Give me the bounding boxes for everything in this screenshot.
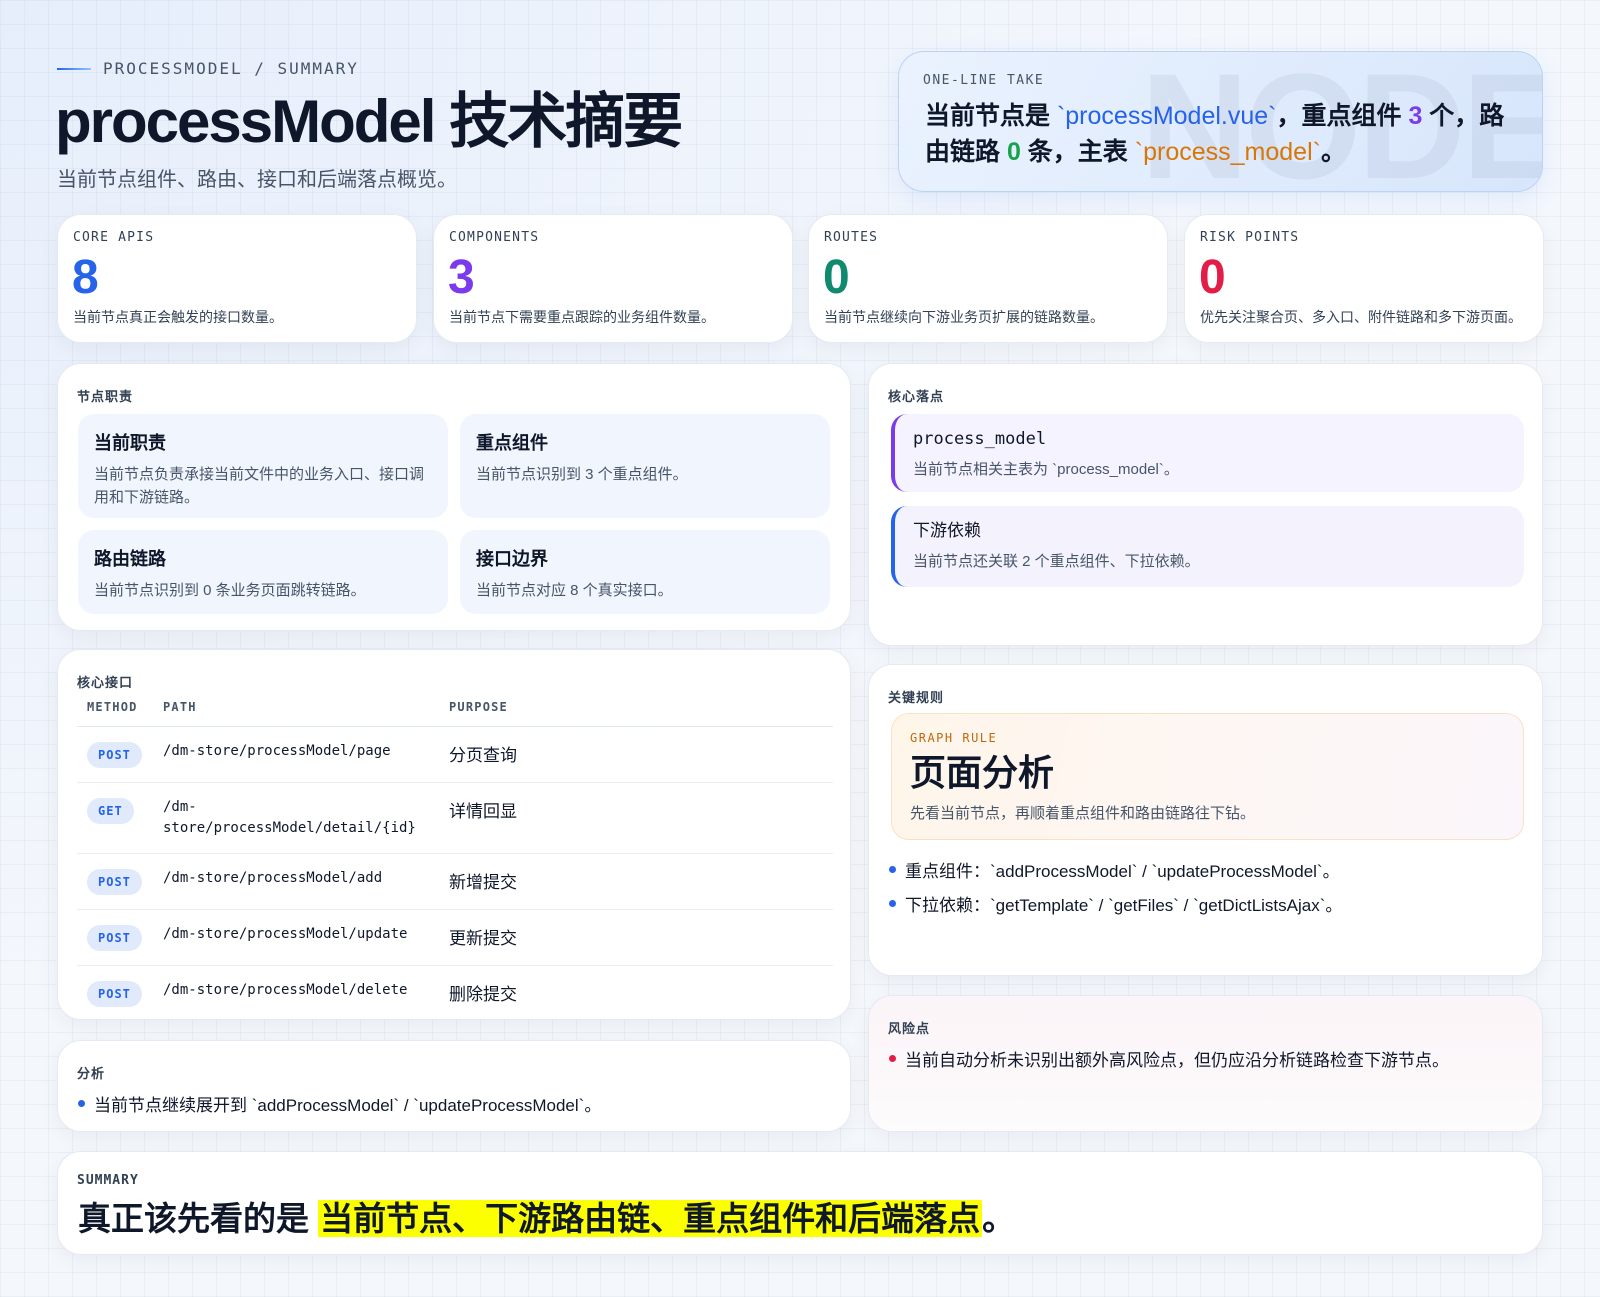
take-components: 3: [1408, 102, 1423, 130]
duty-desc: 当前节点负责承接当前文件中的业务入口、接口调用和下游链路。: [94, 466, 425, 506]
take-text: 当前节点是 `processModel.vue`，重点组件 3 个，路由链路 0…: [925, 102, 1505, 166]
core-apis-card: 核心接口 METHOD PATH PURPOSE POST /dm-store/…: [57, 649, 851, 1020]
api-purpose: 详情回显: [449, 802, 517, 821]
stat-desc: 优先关注聚合页、多入口、附件链路和多下游页面。: [1200, 309, 1522, 325]
stat-value: 0: [1199, 251, 1226, 304]
column-header: METHOD: [77, 692, 153, 727]
duty-title: 当前职责: [94, 433, 166, 453]
landing-title: process_model: [913, 429, 1047, 449]
eyebrow-line: [57, 67, 91, 70]
stat-value: 0: [823, 251, 850, 304]
column-header: PURPOSE: [439, 692, 833, 727]
method-badge: POST: [87, 925, 142, 951]
section-label: SUMMARY: [77, 1173, 139, 1188]
api-path: /dm-store/processModel/delete: [163, 982, 408, 998]
section-label: 风险点: [888, 1021, 931, 1036]
landing-desc: 当前节点还关联 2 个重点组件、下拉依赖。: [913, 553, 1200, 570]
column-header: PATH: [153, 692, 439, 727]
summary-card: SUMMARY 真正该先看的是 当前节点、下游路由链、重点组件和后端落点。: [57, 1151, 1543, 1255]
rule-label: GRAPH RULE: [910, 731, 998, 745]
stat-card-risk-points: RISK POINTS 0 优先关注聚合页、多入口、附件链路和多下游页面。: [1184, 214, 1544, 343]
list-item: 下拉依赖：`getTemplate` / `getFiles` / `getDi…: [889, 891, 1342, 916]
node-duties-card: 节点职责 当前职责 当前节点负责承接当前文件中的业务入口、接口调用和下游链路。 …: [57, 363, 851, 631]
duty-components: 重点组件 当前节点识别到 3 个重点组件。: [460, 414, 830, 518]
api-path: /dm-store/processModel/add: [163, 870, 383, 886]
list-item: 当前节点继续展开到 `addProcessModel` / `updatePro…: [78, 1091, 601, 1116]
page-subtitle: 当前节点组件、路由、接口和后端落点概览。: [57, 169, 457, 191]
rule-desc: 先看当前节点，再顺着重点组件和路由链路往下钻。: [910, 805, 1256, 822]
stat-value: 8: [72, 251, 99, 304]
list-item: 重点组件：`addProcessModel` / `updateProcessM…: [889, 857, 1340, 882]
risks-card: 风险点 当前自动分析未识别出额外高风险点，但仍应沿分析链路检查下游节点。: [868, 995, 1543, 1132]
summary-highlight: 当前节点、下游路由链、重点组件和后端落点: [318, 1200, 983, 1237]
summary-text: 真正该先看的是 当前节点、下游路由链、重点组件和后端落点。: [78, 1200, 1016, 1237]
duty-api-boundary: 接口边界 当前节点对应 8 个真实接口。: [460, 530, 830, 614]
stat-label: ROUTES: [824, 230, 879, 245]
stat-label: CORE APIS: [73, 230, 155, 245]
bullet-dot: [889, 866, 896, 873]
section-label: 核心接口: [77, 675, 134, 690]
stat-card-routes: ROUTES 0 当前节点继续向下游业务页扩展的链路数量。: [808, 214, 1168, 343]
stat-label: RISK POINTS: [1200, 230, 1300, 245]
take-file: `processModel.vue`: [1056, 102, 1277, 130]
stat-desc: 当前节点继续向下游业务页扩展的链路数量。: [824, 309, 1104, 325]
page-title: processModel 技术摘要: [55, 88, 683, 155]
table-row: POST /dm-store/processModel/add 新增提交: [77, 853, 833, 910]
duty-desc: 当前节点识别到 0 条业务页面跳转链路。: [94, 582, 366, 599]
api-table-header: METHOD PATH PURPOSE: [77, 692, 833, 727]
api-purpose: 新增提交: [449, 873, 517, 892]
take-table: `process_model`: [1134, 138, 1321, 166]
take-routes: 0: [1006, 138, 1021, 166]
stat-value: 3: [448, 251, 475, 304]
key-rules-card: 关键规则 GRAPH RULE 页面分析 先看当前节点，再顺着重点组件和路由链路…: [868, 664, 1543, 976]
table-row: POST /dm-store/processModel/delete 删除提交: [77, 966, 833, 1022]
landing-item-downstream: 下游依赖 当前节点还关联 2 个重点组件、下拉依赖。: [891, 506, 1524, 587]
duty-title: 路由链路: [94, 549, 166, 569]
duty-desc: 当前节点对应 8 个真实接口。: [476, 582, 673, 599]
method-badge: POST: [87, 869, 142, 895]
api-purpose: 删除提交: [449, 985, 517, 1004]
stat-label: COMPONENTS: [449, 230, 540, 245]
api-path: /dm-store/processModel/page: [163, 743, 391, 759]
api-path: /dm-store/processModel/detail/{id}: [163, 799, 416, 836]
duty-title: 重点组件: [476, 433, 548, 453]
breadcrumb: PROCESSMODEL / SUMMARY: [57, 59, 359, 78]
table-row: POST /dm-store/processModel/update 更新提交: [77, 909, 833, 966]
method-badge: GET: [87, 798, 134, 824]
api-purpose: 更新提交: [449, 929, 517, 948]
section-label: 节点职责: [77, 389, 134, 404]
bullet-dot: [889, 1055, 896, 1062]
method-badge: POST: [87, 981, 142, 1007]
section-label: 关键规则: [888, 690, 945, 705]
list-item: 当前自动分析未识别出额外高风险点，但仍应沿分析链路检查下游节点。: [889, 1046, 1449, 1071]
bullet-dot: [889, 900, 896, 907]
duty-desc: 当前节点识别到 3 个重点组件。: [476, 466, 688, 483]
one-line-take-card: NODE ONE-LINE TAKE 当前节点是 `processModel.v…: [898, 51, 1543, 192]
eyebrow-text: PROCESSMODEL / SUMMARY: [103, 59, 359, 78]
stat-desc: 当前节点下需要重点跟踪的业务组件数量。: [449, 309, 715, 325]
table-row: POST /dm-store/processModel/page 分页查询: [77, 726, 833, 783]
landing-title: 下游依赖: [913, 521, 981, 540]
landing-item-process-model: process_model 当前节点相关主表为 `process_model`。: [891, 414, 1524, 492]
analysis-card: 分析 当前节点继续展开到 `addProcessModel` / `update…: [57, 1040, 851, 1132]
duty-current: 当前职责 当前节点负责承接当前文件中的业务入口、接口调用和下游链路。: [78, 414, 448, 518]
api-table: METHOD PATH PURPOSE POST /dm-store/proce…: [77, 692, 833, 1021]
core-landing-card: 核心落点 process_model 当前节点相关主表为 `process_mo…: [868, 363, 1543, 646]
section-label: 分析: [77, 1066, 106, 1081]
stat-desc: 当前节点真正会触发的接口数量。: [73, 309, 283, 325]
graph-rule-box: GRAPH RULE 页面分析 先看当前节点，再顺着重点组件和路由链路往下钻。: [891, 713, 1524, 840]
method-badge: POST: [87, 742, 142, 768]
rule-title: 页面分析: [910, 752, 1055, 793]
table-row: GET /dm-store/processModel/detail/{id} 详…: [77, 782, 833, 854]
duty-title: 接口边界: [476, 549, 548, 569]
stat-card-core-apis: CORE APIS 8 当前节点真正会触发的接口数量。: [57, 214, 417, 343]
duty-routes: 路由链路 当前节点识别到 0 条业务页面跳转链路。: [78, 530, 448, 614]
take-label: ONE-LINE TAKE: [923, 73, 1045, 88]
section-label: 核心落点: [888, 389, 945, 404]
api-path: /dm-store/processModel/update: [163, 926, 408, 942]
landing-desc: 当前节点相关主表为 `process_model`。: [913, 461, 1179, 478]
api-purpose: 分页查询: [449, 746, 517, 765]
bullet-dot: [78, 1100, 85, 1107]
stat-card-components: COMPONENTS 3 当前节点下需要重点跟踪的业务组件数量。: [433, 214, 793, 343]
